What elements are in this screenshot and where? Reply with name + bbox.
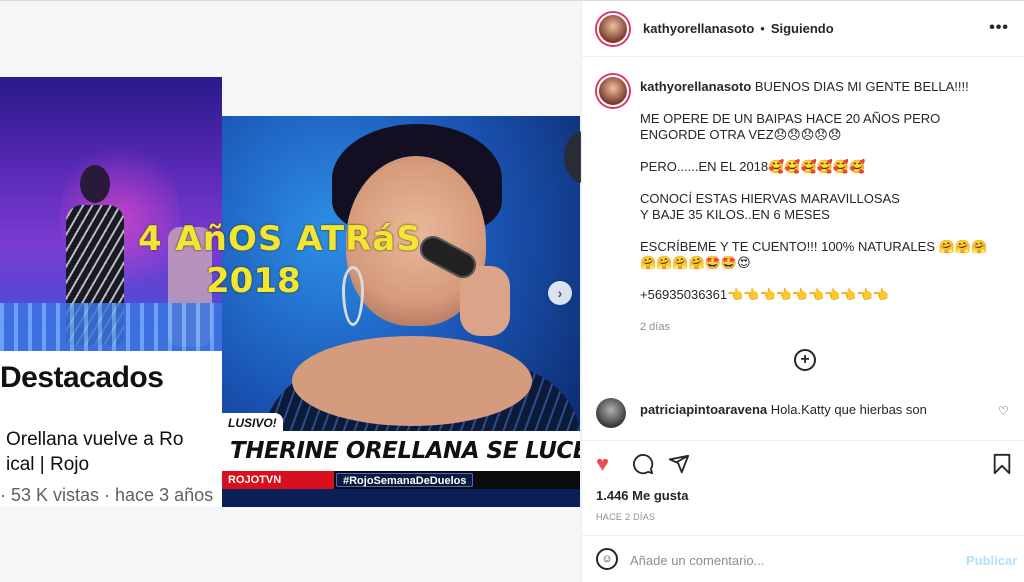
caption-username[interactable]: kathyorellanasoto	[640, 79, 751, 94]
comment-like-icon[interactable]: ♡	[998, 404, 1009, 418]
caption-para4b: Y BAJE 35 KILOS..EN 6 MESES	[640, 207, 830, 222]
comment-item: patriciapintoaravena Hola.Katty que hier…	[596, 396, 1016, 432]
earring	[342, 266, 364, 326]
tv-headline: THERINE ORELLANA SE LUCE CON GRAN	[222, 431, 580, 471]
header-separator: •	[760, 21, 765, 36]
section-title: Destacados	[0, 361, 164, 394]
comment-body: Hola.Katty que hierbas son	[770, 402, 927, 417]
video-views: · 53 K vistas · hace 3 años	[0, 485, 214, 505]
overlay-text-years: 4 AñOS ATRáS	[138, 219, 422, 259]
more-options-icon[interactable]: •••	[989, 19, 1009, 37]
caption-para6: +56935036361👈👈👈👈👈👈👈👈👈👈	[640, 287, 889, 302]
like-heart-icon[interactable]: ♥	[596, 453, 609, 475]
plus-icon: +	[800, 351, 810, 368]
chevron-right-icon: ›	[557, 285, 563, 301]
author-avatar[interactable]	[597, 12, 629, 45]
likes-count[interactable]: 1.446 Me gusta	[596, 488, 689, 503]
caption-line1: BUENOS DIAS MI GENTE BELLA!!!!	[754, 79, 969, 94]
commenter-username[interactable]: patriciapintoaravena	[640, 402, 767, 417]
tv-hashtag: #RojoSemanaDeDuelos	[336, 473, 474, 487]
commenter-avatar[interactable]	[596, 398, 626, 428]
comment-text: patriciapintoaravena Hola.Katty que hier…	[640, 402, 927, 417]
video-title: Orellana vuelve a Ro ical | Rojo	[6, 429, 184, 475]
smiley-icon: ☺	[601, 553, 613, 565]
caption-text: kathyorellanasoto BUENOS DIAS MI GENTE B…	[640, 79, 1000, 351]
post-time: HACE 2 DÍAS	[596, 512, 656, 522]
comment-bubble-icon[interactable]	[632, 453, 654, 475]
tv-channel: ROJOTVN	[222, 471, 334, 489]
shoulders	[292, 336, 532, 426]
emoji-button[interactable]: ☺	[596, 548, 618, 570]
caption-para4a: CONOCÍ ESTAS HIERVAS MARAVILLOSAS	[640, 191, 900, 206]
share-plane-icon[interactable]	[668, 453, 690, 475]
bookmark-icon[interactable]	[992, 453, 1012, 475]
caption-avatar[interactable]	[597, 75, 629, 107]
tv-exclusive-tag: LUSIVO!	[222, 413, 283, 433]
post-media: Destacados Orellana vuelve a Ro ical | R…	[0, 0, 581, 582]
tv-ticker-bar: ROJOTVN #RojoSemanaDeDuelos	[222, 471, 580, 489]
stage-photo	[0, 77, 222, 351]
post-header: kathyorellanasoto • Siguiendo •••	[582, 1, 1024, 57]
tv-bottom-strip	[222, 489, 580, 507]
caption-para2: ME OPERE DE UN BAIPAS HACE 20 AÑOS PERO …	[640, 111, 941, 142]
caption-area: kathyorellanasoto BUENOS DIAS MI GENTE B…	[582, 57, 1024, 441]
next-image-button[interactable]: ›	[548, 281, 572, 305]
caption-para5: ESCRÍBEME Y TE CUENTO!!! 100% NATURALES …	[640, 239, 988, 270]
add-comment-bar: ☺ Publicar	[582, 535, 1024, 582]
author-username[interactable]: kathyorellanasoto	[643, 21, 754, 36]
following-button[interactable]: Siguiendo	[771, 21, 834, 36]
singer-head	[80, 165, 110, 203]
publish-button[interactable]: Publicar	[966, 553, 1017, 568]
caption-para3: PERO......EN EL 2018🥰🥰🥰🥰🥰🥰	[640, 159, 866, 174]
comment-input[interactable]	[630, 549, 950, 571]
load-more-comments-button[interactable]: +	[794, 349, 816, 371]
post-side-panel: kathyorellanasoto • Siguiendo ••• kathyo…	[581, 0, 1024, 582]
action-bar: ♥	[582, 441, 1024, 485]
left-video-thumbnail: Destacados Orellana vuelve a Ro ical | R…	[0, 77, 222, 507]
stage-floor	[0, 303, 222, 351]
caption-time: 2 días	[640, 321, 670, 333]
overlay-text-year: 2018	[206, 261, 301, 301]
